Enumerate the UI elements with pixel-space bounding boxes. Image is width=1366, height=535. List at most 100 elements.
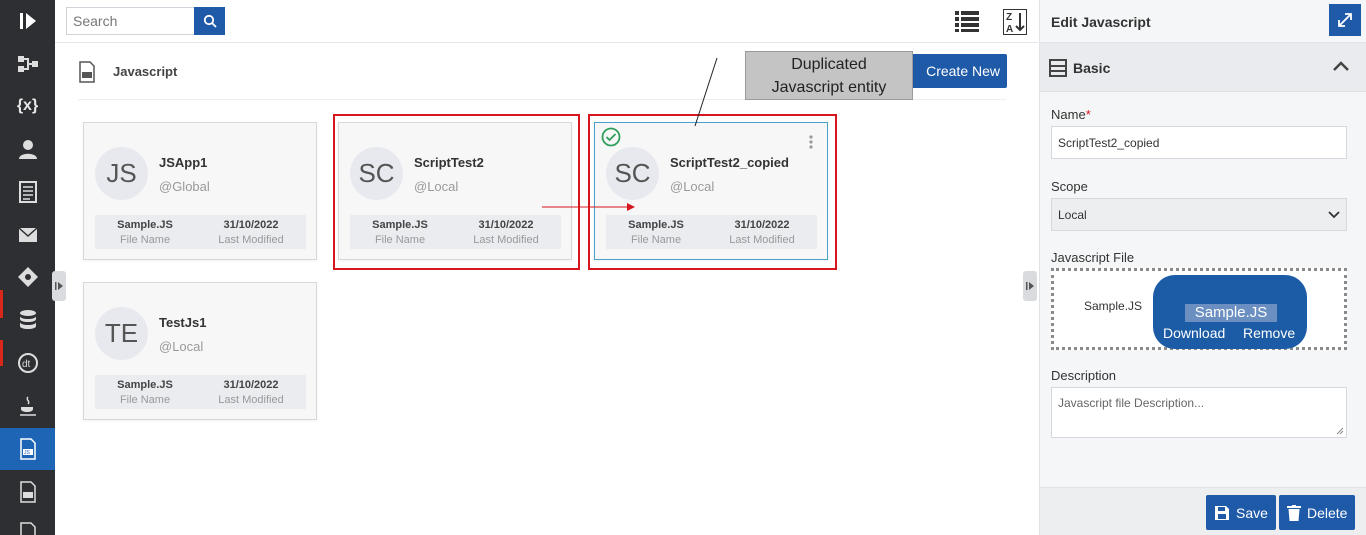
variable-icon[interactable]: {x} (0, 85, 55, 127)
entity-card-selected[interactable]: SC ScriptTest2_copied @Local Sample.JS Fi… (594, 122, 828, 260)
file-name-label: File Name (119, 394, 171, 406)
mail-icon[interactable] (0, 214, 55, 256)
chevron-right-icon (1026, 282, 1034, 290)
javascript-file-label: Javascript File (1051, 250, 1135, 265)
card-scope: @Global (159, 179, 210, 194)
delete-button[interactable]: Delete (1279, 495, 1356, 530)
section-header-basic[interactable]: Basic (1040, 42, 1366, 92)
avatar: SC (350, 147, 403, 200)
section-title: Basic (1073, 60, 1111, 76)
card-meta: Sample.JS File Name 31/10/2022 Last Modifi… (95, 375, 306, 409)
entity-card[interactable]: JS JSApp1 @Global Sample.JS File Name 31/… (83, 122, 317, 260)
collapse-left-tab[interactable] (52, 271, 66, 301)
card-scope: @Local (414, 179, 459, 194)
file-name-label: File Name (630, 234, 682, 246)
search-button[interactable] (194, 7, 225, 35)
file-popup-name: Sample.JS (1185, 304, 1277, 322)
save-icon (1215, 505, 1229, 520)
remove-link[interactable]: Remove (1243, 325, 1295, 341)
chevron-right-icon (55, 282, 63, 290)
avatar: SC (606, 147, 659, 200)
chevron-down-icon (1328, 210, 1340, 218)
check-circle-icon (601, 127, 621, 147)
resize-handle-icon[interactable] (1336, 427, 1344, 435)
modified-label: Last Modified (473, 234, 539, 246)
app-root: {x} dt JS Search Z A Javascript Create N… (0, 0, 1366, 535)
java-icon[interactable] (0, 385, 55, 427)
file-dropzone[interactable]: Sample.JS Sample.JS Download Remove (1051, 268, 1347, 350)
file-name: Sample.JS (1084, 299, 1143, 313)
document-icon[interactable] (0, 171, 55, 213)
file-icon[interactable] (0, 512, 55, 535)
logo-icon[interactable] (0, 0, 55, 42)
main-area: Z A Javascript Create New Duplicated Jav… (52, 0, 1038, 535)
card-scope: @Local (159, 339, 204, 354)
create-new-label: Create New (926, 63, 1000, 79)
modified-value: 31/10/2022 (223, 219, 279, 231)
scope-value: Local (1058, 207, 1087, 222)
list-view-icon[interactable] (955, 10, 979, 32)
database-icon[interactable] (0, 299, 55, 341)
description-label: Description (1051, 368, 1117, 383)
create-new-button[interactable]: Create New (905, 54, 1007, 88)
callout-line-2: Javascript entity (771, 79, 887, 96)
card-meta: Sample.JS File Name 31/10/2022 Last Modifi… (606, 215, 817, 249)
expand-button[interactable] (1329, 4, 1361, 36)
sort-za-icon[interactable]: Z A (1003, 9, 1027, 35)
callout-line-1: Duplicated (791, 56, 867, 73)
modified-label: Last Modified (729, 234, 795, 246)
more-vertical-icon[interactable] (809, 135, 813, 154)
modified-value: 31/10/2022 (478, 219, 534, 231)
avatar: TE (95, 307, 148, 360)
required-mark: * (1085, 107, 1091, 122)
javascript-file-icon (79, 61, 95, 83)
collapse-right-tab[interactable] (1023, 271, 1037, 301)
file-name-value: Sample.JS (117, 219, 173, 231)
svg-text:Z: Z (1006, 12, 1012, 23)
diamond-icon[interactable] (0, 256, 55, 298)
card-name: JSApp1 (159, 155, 208, 170)
user-icon[interactable] (0, 128, 55, 170)
annotation-callout: Duplicated Javascript entity (745, 51, 913, 100)
download-link[interactable]: Download (1163, 325, 1225, 341)
delete-label: Delete (1307, 504, 1348, 521)
flow-icon[interactable] (0, 43, 55, 85)
file-name-label: File Name (374, 234, 426, 246)
panel-footer: Save Delete (1040, 487, 1366, 535)
card-name: ScriptTest2_copied (670, 155, 789, 170)
svg-text:JS: JS (24, 450, 31, 456)
save-label: Save (1236, 504, 1268, 521)
avatar: JS (95, 147, 148, 200)
javascript-file-icon[interactable]: JS (0, 428, 55, 470)
name-field[interactable]: ScriptTest2_copied (1051, 126, 1347, 159)
modified-label: Last Modified (218, 234, 284, 246)
card-name: TestJs1 (159, 315, 207, 330)
page-title: Javascript (113, 64, 178, 79)
name-label: Name* (1051, 107, 1091, 122)
card-meta: Sample.JS File Name 31/10/2022 Last Modifi… (95, 215, 306, 249)
modified-value: 31/10/2022 (223, 379, 279, 391)
description-placeholder: Javascript file Description... (1058, 396, 1205, 410)
save-button[interactable]: Save (1206, 495, 1276, 530)
search-icon (203, 14, 217, 28)
modified-label: Last Modified (218, 394, 284, 406)
entity-card[interactable]: TE TestJs1 @Local Sample.JS File Name 31/… (83, 282, 317, 420)
scope-label: Scope (1051, 179, 1088, 194)
panel-title: Edit Javascript (1051, 14, 1151, 30)
search-input[interactable] (66, 7, 194, 35)
dt-icon[interactable]: dt (0, 342, 55, 384)
description-textarea[interactable]: Javascript file Description... (1051, 387, 1347, 438)
css-file-icon[interactable] (0, 471, 55, 513)
svg-text:dt: dt (22, 359, 31, 370)
trash-icon (1287, 504, 1301, 521)
card-name: ScriptTest2 (414, 155, 484, 170)
edit-panel: Edit Javascript Basic Name* ScriptTest2_… (1039, 0, 1366, 535)
scope-select[interactable]: Local (1051, 198, 1347, 231)
chevron-up-icon[interactable] (1332, 60, 1350, 72)
entity-card[interactable]: SC ScriptTest2 @Local Sample.JS File Name… (338, 122, 572, 260)
card-meta: Sample.JS File Name 31/10/2022 Last Modifi… (350, 215, 561, 249)
file-name-value: Sample.JS (628, 219, 684, 231)
file-popup: Sample.JS Download Remove (1153, 275, 1307, 349)
file-name-label: File Name (119, 234, 171, 246)
file-name-value: Sample.JS (117, 379, 173, 391)
